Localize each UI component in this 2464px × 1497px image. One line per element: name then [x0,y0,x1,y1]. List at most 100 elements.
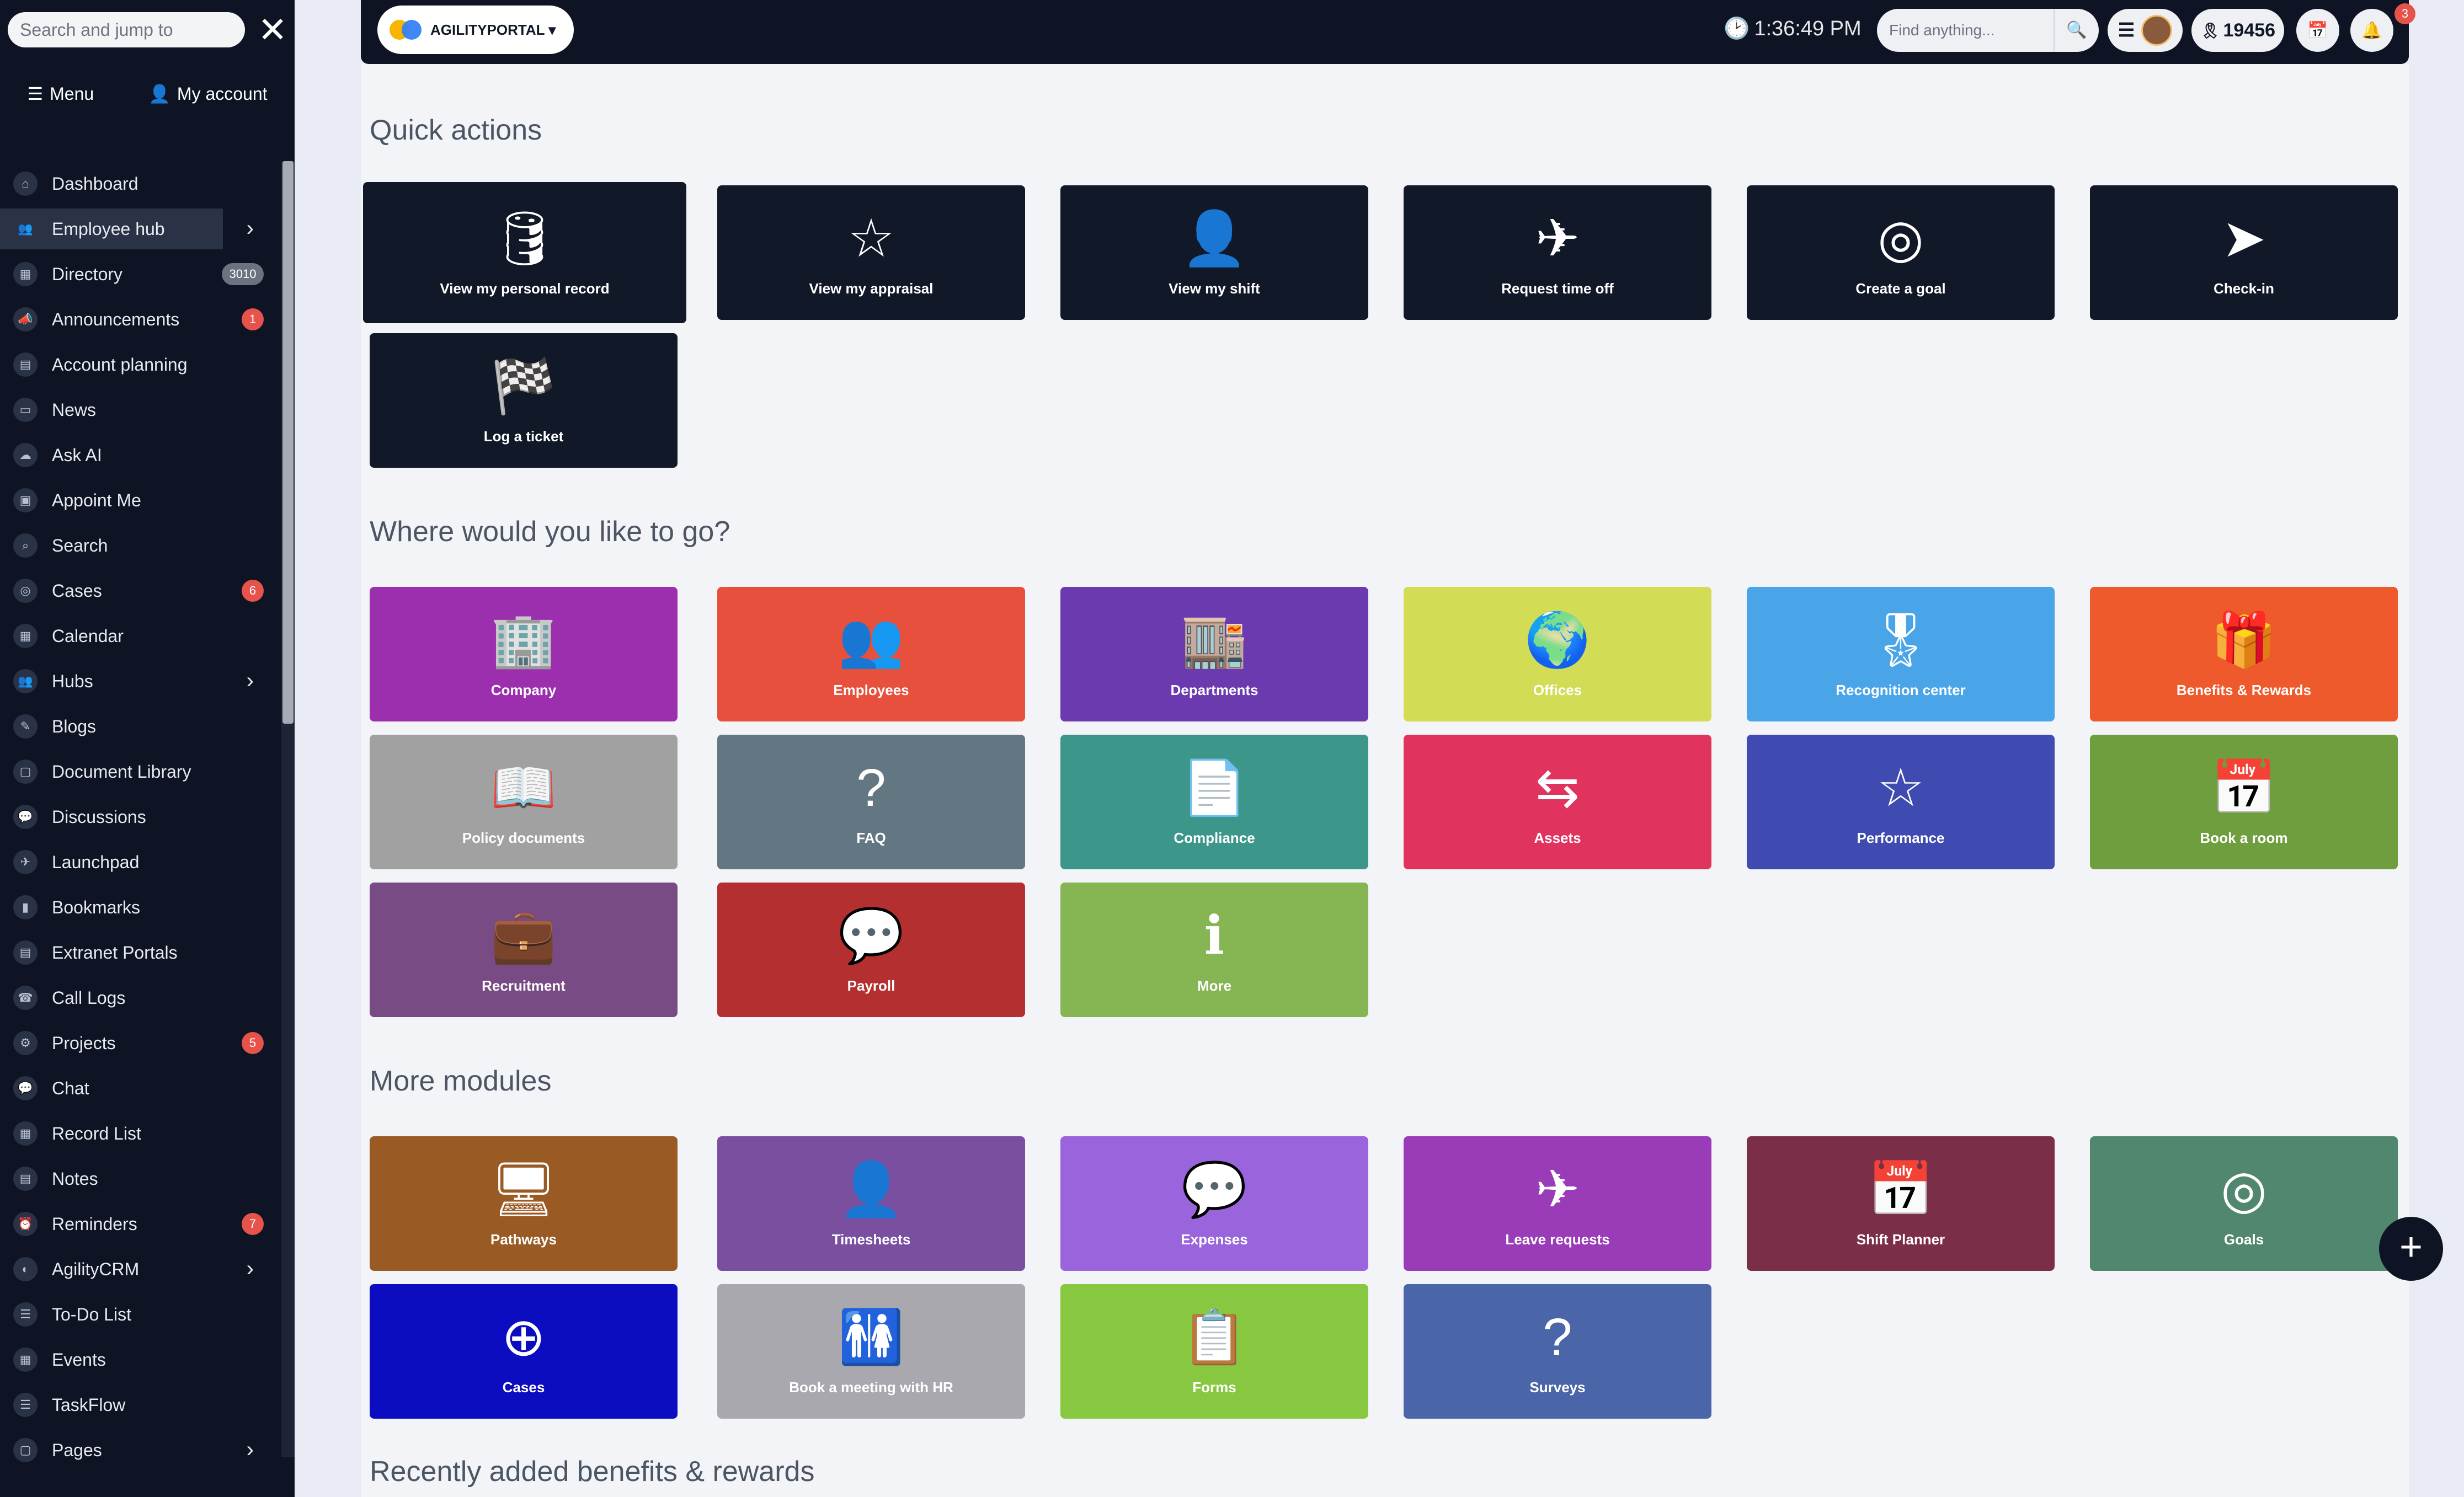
sidebar-item-call-logs[interactable]: ☎ Call Logs [0,975,276,1020]
tile-create-a-goal[interactable]: ◎ Create a goal [1747,185,2055,320]
count-badge: 3010 [222,263,264,285]
sidebar-item-cases[interactable]: ◎ Cases 6 [0,568,276,613]
sidebar-item-ask-ai[interactable]: ☁ Ask AI [0,432,276,478]
sidebar-item-to-do-list[interactable]: ☰ To-Do List [0,1292,276,1337]
sidebar-item-directory[interactable]: ▦ Directory 3010 [0,252,276,297]
sidebar-item-announcements[interactable]: 📣 Announcements 1 [0,297,276,342]
sidebar-item-taskflow[interactable]: ☰ TaskFlow [0,1382,276,1428]
tile-offices[interactable]: 🌍 Offices [1404,587,1711,721]
count-badge: 1 [242,308,264,330]
user-menu-button[interactable]: ☰ [2108,9,2183,52]
tile-label: Timesheets [831,1231,911,1248]
sidebar-item-appoint-me[interactable]: ▣ Appoint Me [0,478,276,523]
tab-menu[interactable]: ☰ Menu [27,83,94,104]
sidebar-item-launchpad[interactable]: ✈ Launchpad [0,840,276,885]
sidebar-item-hubs[interactable]: 👥 Hubs › [0,659,276,704]
calendar-button[interactable]: 📅 [2296,9,2339,52]
brand-switcher[interactable]: AGILITYPORTAL ▾ [377,6,574,54]
sidebar-item-discussions[interactable]: 💬 Discussions [0,794,276,840]
tab-my-account[interactable]: 👤 My account [148,83,267,104]
sidebar-item-chat[interactable]: 💬 Chat [0,1066,276,1111]
tile-check-in[interactable]: ➤ Check-in [2090,185,2398,320]
sidebar-item-events[interactable]: ▦ Events [0,1337,276,1382]
tile-timesheets[interactable]: 👤 Timesheets [717,1136,1025,1271]
sidebar-item-bookmarks[interactable]: ▮ Bookmarks [0,885,276,930]
sidebar-item-label: TaskFlow [52,1394,126,1415]
employees-icon: 👥 [838,610,904,670]
tile-book-a-meeting-with-hr[interactable]: 🚻 Book a meeting with HR [717,1284,1025,1419]
sidebar-item-label: Events [52,1349,106,1370]
tile-view-my-shift[interactable]: 👤 View my shift [1060,185,1368,320]
to-do-list-icon: ☰ [13,1302,38,1327]
tile-leave-requests[interactable]: ✈ Leave requests [1404,1136,1711,1271]
tile-label: Check-in [2214,280,2274,297]
sidebar-item-label: Account planning [52,354,188,375]
sidebar-item-projects[interactable]: ⚙ Projects 5 [0,1020,276,1066]
sidebar-search-input[interactable]: Search and jump to [8,12,245,47]
sidebar-item-label: Cases [52,580,102,601]
tile-benefits-and-rewards[interactable]: 🎁 Benefits & Rewards [2090,587,2398,721]
view-my-appraisal-icon: ☆ [847,208,895,268]
tile-more[interactable]: ℹ More [1060,883,1368,1017]
search-icon: ⌕ [13,533,38,558]
extranet-portals-icon: ▤ [13,940,38,965]
sidebar-item-label: Discussions [52,806,146,827]
tile-compliance[interactable]: 📄 Compliance [1060,735,1368,869]
tile-employees[interactable]: 👥 Employees [717,587,1025,721]
tile-cases[interactable]: ⊕ Cases [370,1284,678,1419]
sidebar-item-news[interactable]: ▭ News [0,387,276,432]
directory-icon: ▦ [13,262,38,286]
sidebar-item-dashboard[interactable]: ⌂ Dashboard [0,161,276,206]
sidebar-item-label: Search [52,535,108,555]
tile-book-a-room[interactable]: 📅 Book a room [2090,735,2398,869]
points-button[interactable]: 🎗 19456 [2191,9,2284,52]
tile-surveys[interactable]: ? Surveys [1404,1284,1711,1419]
tile-goals[interactable]: ◎ Goals [2090,1136,2398,1271]
sidebar-item-calendar[interactable]: ▦ Calendar [0,613,276,659]
sidebar-item-document-library[interactable]: ▢ Document Library [0,749,276,794]
tile-faq[interactable]: ? FAQ [717,735,1025,869]
tile-label: View my shift [1169,280,1260,297]
where-title: Where would you like to go? [370,516,730,548]
tile-label: Pathways [490,1231,557,1248]
sidebar-item-blogs[interactable]: ✎ Blogs [0,704,276,749]
sidebar-item-employee-hub[interactable]: 👥 Employee hub › [0,206,276,252]
tile-policy-documents[interactable]: 📖 Policy documents [370,735,678,869]
tile-expenses[interactable]: 💬 Expenses [1060,1136,1368,1271]
search-button[interactable]: 🔍 [2054,9,2099,52]
tile-log-a-ticket[interactable]: 🏁 Log a ticket [370,333,678,468]
chevron-right-icon[interactable]: › [247,669,254,693]
sidebar-item-agilitycrm[interactable]: ◐ AgilityCRM › [0,1247,276,1292]
tile-shift-planner[interactable]: 📅 Shift Planner [1747,1136,2055,1271]
sidebar-item-notes[interactable]: ▤ Notes [0,1156,276,1201]
chevron-right-icon[interactable]: › [247,1257,254,1281]
announcements-icon: 📣 [13,307,38,332]
close-icon[interactable]: ✕ [255,12,290,47]
chevron-right-icon[interactable]: › [247,216,254,241]
tile-forms[interactable]: 📋 Forms [1060,1284,1368,1419]
tile-recruitment[interactable]: 💼 Recruitment [370,883,678,1017]
tile-view-my-appraisal[interactable]: ☆ View my appraisal [717,185,1025,320]
tile-pathways[interactable]: 🖥 Pathways [370,1136,678,1271]
sidebar-item-record-list[interactable]: ▦ Record List [0,1111,276,1156]
sidebar-item-reminders[interactable]: ⏰ Reminders 7 [0,1201,276,1247]
sidebar-scrollbar-thumb[interactable] [282,161,294,724]
global-search-input[interactable]: Find anything... [1877,9,2054,52]
chevron-right-icon[interactable]: › [247,1437,254,1462]
tile-payroll[interactable]: 💬 Payroll [717,883,1025,1017]
sidebar-item-extranet-portals[interactable]: ▤ Extranet Portals [0,930,276,975]
tile-request-time-off[interactable]: ✈ Request time off [1404,185,1711,320]
sidebar-item-search[interactable]: ⌕ Search [0,523,276,568]
tile-company[interactable]: 🏢 Company [370,587,678,721]
more-modules-title: More modules [370,1065,552,1097]
tile-view-my-personal-record[interactable]: 🛢 View my personal record [363,182,686,323]
tile-assets[interactable]: ⇆ Assets [1404,735,1711,869]
tile-performance[interactable]: ☆ Performance [1747,735,2055,869]
tile-departments[interactable]: 🏬 Departments [1060,587,1368,721]
tile-recognition-center[interactable]: 🎖 Recognition center [1747,587,2055,721]
add-button[interactable]: + [2379,1217,2443,1281]
notifications-button[interactable]: 🔔 [2350,9,2393,52]
book-a-room-icon: 📅 [2211,758,2277,817]
sidebar-item-pages[interactable]: ▢ Pages › [0,1428,276,1473]
sidebar-item-account-planning[interactable]: ▤ Account planning [0,342,276,387]
